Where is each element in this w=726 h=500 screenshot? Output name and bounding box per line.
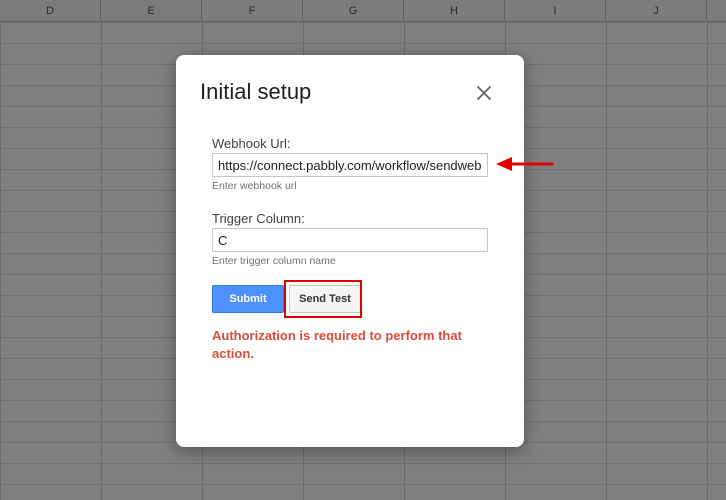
close-button[interactable] [472,81,496,105]
dialog-title: Initial setup [200,79,312,104]
webhook-url-hint: Enter webhook url [212,180,297,192]
submit-button[interactable]: Submit [212,285,284,313]
trigger-column-label: Trigger Column: [212,211,305,226]
webhook-url-input[interactable] [212,153,488,177]
trigger-column-hint: Enter trigger column name [212,255,336,267]
close-icon [472,81,496,105]
webhook-url-label: Webhook Url: [212,136,291,151]
arrow-left-icon [494,154,554,179]
trigger-column-input[interactable] [212,228,488,252]
send-test-button[interactable]: Send Test [289,285,361,313]
authorization-error-message: Authorization is required to perform tha… [212,328,462,361]
initial-setup-dialog: Initial setup Webhook Url: Enter webhook… [176,55,524,447]
